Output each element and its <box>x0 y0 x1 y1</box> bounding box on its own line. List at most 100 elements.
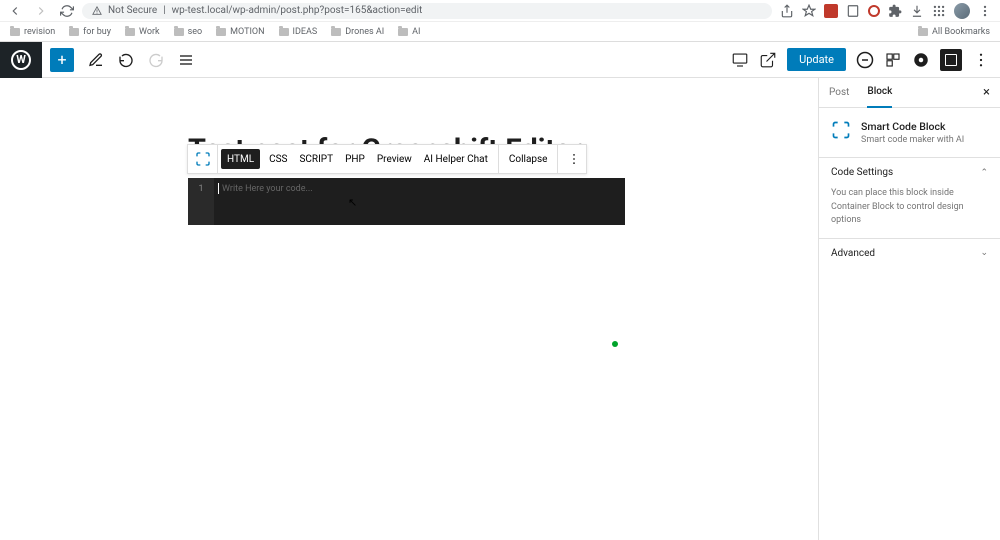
security-label: Not Secure <box>108 5 157 16</box>
editor-canvas[interactable]: Test post for Greenshift Editor HTML CSS… <box>0 78 818 540</box>
section-body: You can place this block inside Containe… <box>819 187 1000 238</box>
forward-icon[interactable] <box>34 4 48 18</box>
bookmark-label: revision <box>24 27 55 37</box>
bookmark-item[interactable]: IDEAS <box>279 27 318 37</box>
bookmark-item[interactable]: revision <box>10 27 55 37</box>
external-link-icon[interactable] <box>759 51 777 69</box>
url-text: wp-test.local/wp-admin/post.php?post=165… <box>172 5 423 16</box>
section-code-settings: Code Settings ⌃ You can place this block… <box>819 157 1000 238</box>
bookmark-item[interactable]: Work <box>125 27 160 37</box>
bookmark-label: MOTION <box>230 27 264 37</box>
toolbar-right: Update <box>731 48 1000 71</box>
tab-ai-helper[interactable]: AI Helper Chat <box>418 144 494 174</box>
edit-icon[interactable] <box>88 52 104 68</box>
tab-html[interactable]: HTML <box>221 149 260 169</box>
bookmark-label: All Bookmarks <box>932 27 990 37</box>
folder-icon <box>69 28 79 36</box>
text-cursor <box>218 183 219 194</box>
main-area: Test post for Greenshift Editor HTML CSS… <box>0 78 1000 540</box>
folder-icon <box>918 28 928 36</box>
bookmark-label: IDEAS <box>293 27 318 37</box>
code-input[interactable]: Write Here your code... <box>214 178 625 225</box>
bookmark-item[interactable]: seo <box>174 27 203 37</box>
section-toggle-code-settings[interactable]: Code Settings ⌃ <box>819 158 1000 187</box>
update-button[interactable]: Update <box>787 48 846 71</box>
sidebar-tabs: Post Block × <box>819 78 1000 108</box>
code-gutter: 1 <box>188 178 214 225</box>
url-divider: | <box>163 5 165 16</box>
bookmark-label: seo <box>188 27 203 37</box>
tab-css[interactable]: CSS <box>263 144 293 174</box>
folder-icon <box>279 28 289 36</box>
download-icon[interactable] <box>910 4 924 18</box>
circle-icon[interactable] <box>912 51 930 69</box>
bookmark-label: Drones AI <box>345 27 384 37</box>
block-header: Smart Code Block Smart code maker with A… <box>819 108 1000 157</box>
apps-icon[interactable] <box>932 4 946 18</box>
puzzle-icon[interactable] <box>888 4 902 18</box>
star-icon[interactable] <box>802 4 816 18</box>
bookmark-item[interactable]: MOTION <box>216 27 264 37</box>
code-placeholder: Write Here your code... <box>222 184 313 194</box>
code-editor[interactable]: 1 Write Here your code... <box>188 178 625 225</box>
wp-toolbar: W + Update <box>0 42 1000 78</box>
bookmark-item[interactable]: for buy <box>69 27 111 37</box>
wp-logo[interactable]: W <box>0 42 42 78</box>
styles-icon[interactable] <box>884 51 902 69</box>
bookmark-label: for buy <box>83 27 111 37</box>
bookmark-label: Work <box>139 27 160 37</box>
ext-page-icon[interactable] <box>846 4 860 18</box>
folder-icon <box>331 28 341 36</box>
more-options-icon[interactable] <box>972 51 990 69</box>
folder-icon <box>10 28 20 36</box>
menu-dots-icon[interactable] <box>978 4 992 18</box>
section-advanced: Advanced ⌄ <box>819 238 1000 268</box>
toolbar-divider <box>498 144 499 174</box>
block-toolbar: HTML CSS SCRIPT PHP Preview AI Helper Ch… <box>187 144 587 174</box>
ext-opera-icon[interactable] <box>868 5 880 17</box>
browser-chrome: Not Secure | wp-test.local/wp-admin/post… <box>0 0 1000 22</box>
accent-indicator <box>612 341 618 347</box>
toolbar-tools <box>88 52 194 68</box>
ext-red-icon[interactable] <box>824 4 838 18</box>
avatar[interactable] <box>954 3 970 19</box>
toolbar-divider <box>557 144 558 174</box>
redo-icon[interactable] <box>148 52 164 68</box>
chevron-down-icon: ⌄ <box>980 248 988 258</box>
folder-icon <box>398 28 408 36</box>
warning-icon <box>92 6 102 16</box>
chevron-up-icon: ⌃ <box>980 168 988 178</box>
add-block-button[interactable]: + <box>50 48 74 72</box>
section-label: Advanced <box>831 248 875 259</box>
bookmark-item[interactable]: Drones AI <box>331 27 384 37</box>
tab-php[interactable]: PHP <box>339 144 371 174</box>
desktop-view-icon[interactable] <box>731 51 749 69</box>
folder-icon <box>174 28 184 36</box>
reload-icon[interactable] <box>60 4 74 18</box>
block-type-icon[interactable] <box>188 144 218 174</box>
undo-icon[interactable] <box>118 52 134 68</box>
section-toggle-advanced[interactable]: Advanced ⌄ <box>819 239 1000 268</box>
tab-post[interactable]: Post <box>829 78 849 108</box>
tab-script[interactable]: SCRIPT <box>293 144 339 174</box>
back-icon[interactable] <box>8 4 22 18</box>
bookmark-item[interactable]: AI <box>398 27 420 37</box>
url-bar[interactable]: Not Secure | wp-test.local/wp-admin/post… <box>82 3 772 19</box>
close-sidebar-icon[interactable]: × <box>983 85 990 100</box>
line-number: 1 <box>198 184 203 194</box>
share-icon[interactable] <box>780 4 794 18</box>
block-more-icon[interactable] <box>562 150 586 168</box>
collapse-button[interactable]: Collapse <box>503 144 554 174</box>
greenshift-icon[interactable] <box>856 51 874 69</box>
all-bookmarks[interactable]: All Bookmarks <box>918 27 990 37</box>
bookmark-label: AI <box>412 27 420 37</box>
settings-panel-toggle[interactable] <box>940 49 962 71</box>
folder-icon <box>216 28 226 36</box>
tab-preview[interactable]: Preview <box>371 144 418 174</box>
tab-block[interactable]: Block <box>867 78 892 108</box>
extension-icons <box>780 3 992 19</box>
block-description: Smart code maker with AI <box>861 135 964 145</box>
block-title: Smart Code Block <box>861 120 964 133</box>
section-label: Code Settings <box>831 167 893 178</box>
list-view-icon[interactable] <box>178 52 194 68</box>
